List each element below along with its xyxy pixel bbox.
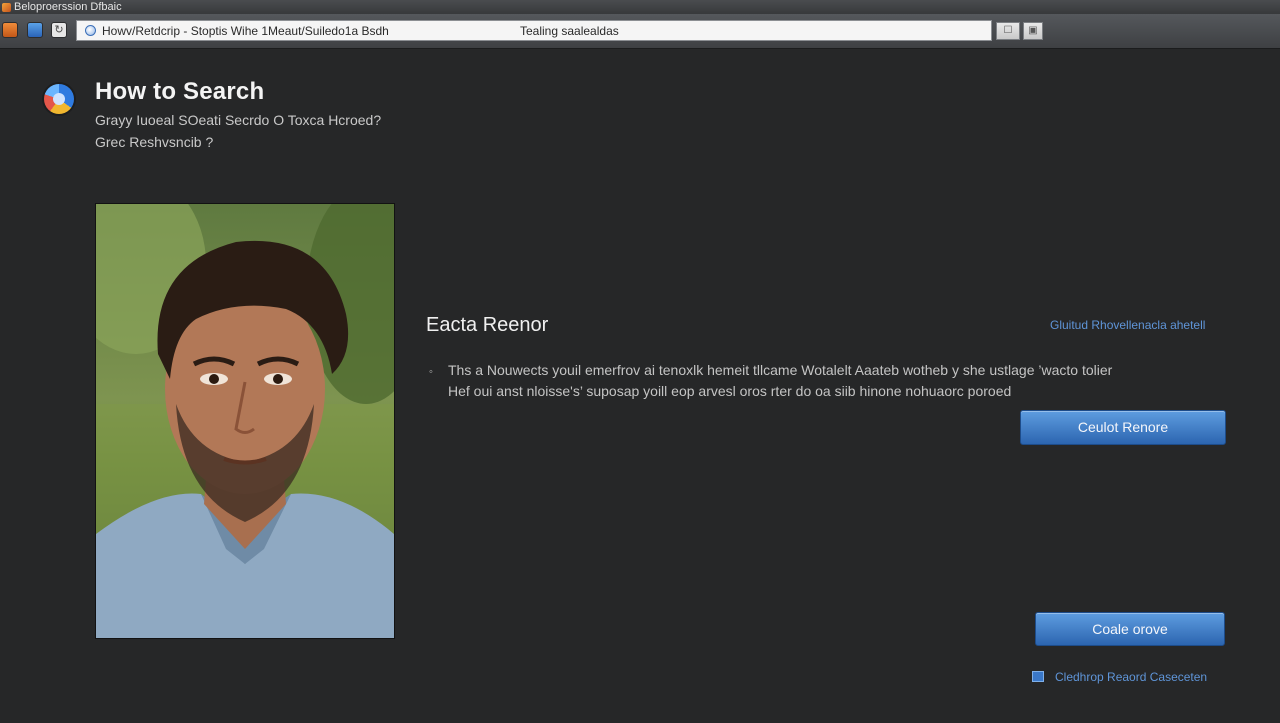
page-subtitle-line-2: Grec Reshvsncib ? xyxy=(95,134,214,150)
site-favicon-icon xyxy=(85,25,96,36)
window-titlebar: Beloproerssion Dfbaic xyxy=(0,0,1280,14)
profile-description-line-1: Ths a Nouwects youil emerfrov ai tenoxlk… xyxy=(448,362,1113,378)
address-status-text: Tealing saalealdas xyxy=(520,23,619,38)
site-logo-icon xyxy=(44,84,74,114)
primary-action-button[interactable]: Ceulot Renore xyxy=(1020,410,1226,445)
browser-toolbar: ↻ Howv/Retdcrip - Stoptis Wihe 1Meaut/Su… xyxy=(0,14,1280,49)
profile-top-link[interactable]: Gluitud Rhovellenacla ahetell xyxy=(1050,318,1205,332)
home-icon[interactable] xyxy=(2,22,18,38)
reload-icon[interactable]: ↻ xyxy=(51,22,67,38)
profile-name: Eacta Reenor xyxy=(426,314,549,336)
address-site-title: Howv/Retdcrip - Stoptis Wihe 1Meaut/Suil… xyxy=(102,23,389,38)
page-subtitle-line-1: Grayy Iuoeal SOeati Secrdo O Toxca Hcroe… xyxy=(95,112,382,128)
bookmark-icon[interactable]: ☐ xyxy=(996,22,1020,40)
page-title: How to Search xyxy=(95,78,265,105)
description-bullet-icon: ◦ xyxy=(429,366,433,378)
app-icon xyxy=(2,2,11,12)
profile-photo xyxy=(95,203,395,639)
secondary-action-button[interactable]: Coale orove xyxy=(1035,612,1225,646)
menu-icon[interactable]: ▣ xyxy=(1023,22,1043,40)
profile-description-line-2: Hef oui anst nloisse's’ suposap yoill eo… xyxy=(448,383,1012,399)
footer-link[interactable]: Cledhrop Reaord Caseceten xyxy=(1055,670,1207,684)
footer-link-icon xyxy=(1032,671,1044,682)
window-title: Beloproerssion Dfbaic xyxy=(14,1,122,13)
news-icon[interactable] xyxy=(27,22,43,38)
address-bar[interactable]: Howv/Retdcrip - Stoptis Wihe 1Meaut/Suil… xyxy=(76,20,992,41)
